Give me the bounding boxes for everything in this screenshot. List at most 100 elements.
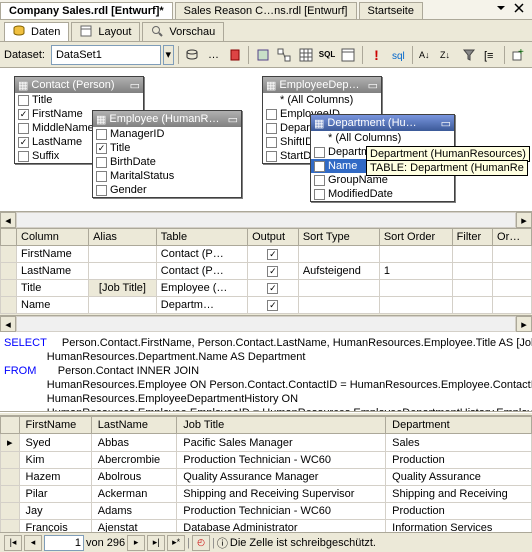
results-row-header[interactable] [1,520,20,533]
doc-tab-sales-reason[interactable]: Sales Reason C…ns.rdl [Entwurf] [175,2,357,19]
criteria-header[interactable]: Filter [452,229,492,246]
criteria-sortorder-cell[interactable] [379,280,452,297]
scroll-left-icon[interactable]: ◂ [0,316,16,332]
criteria-sorttype-cell[interactable]: Aufsteigend [298,263,379,280]
results-cell[interactable]: François [19,520,91,533]
criteria-alias-cell[interactable]: [Job Title] [89,280,157,297]
table-column-row[interactable]: Gender [93,183,241,197]
edit-dataset-button[interactable]: … [204,44,223,66]
results-cell[interactable]: Quality Assurance Manager [177,469,386,486]
scroll-right-icon[interactable]: ▸ [516,212,532,228]
scroll-track[interactable] [16,316,516,332]
column-checkbox[interactable]: ✓ [18,109,29,120]
nav-position-input[interactable] [44,535,84,551]
criteria-filter-cell[interactable] [452,297,492,314]
criteria-alias-cell[interactable] [89,263,157,280]
column-checkbox[interactable] [96,129,107,140]
output-checkbox[interactable]: ✓ [267,283,278,294]
verify-sql-button[interactable]: sql [388,44,407,66]
criteria-or-cell[interactable] [493,246,532,263]
output-checkbox[interactable]: ✓ [267,266,278,277]
results-header[interactable]: FirstName [19,417,91,434]
criteria-sortorder-cell[interactable] [379,246,452,263]
criteria-filter-cell[interactable] [452,246,492,263]
sort-asc-button[interactable]: A↓ [416,44,435,66]
results-cell[interactable]: Production [386,452,532,469]
criteria-table-cell[interactable]: Contact (P… [156,246,247,263]
column-checkbox[interactable] [266,109,277,120]
results-cell[interactable]: Quality Assurance [386,469,532,486]
criteria-alias-cell[interactable] [89,246,157,263]
results-pane[interactable]: FirstNameLastNameJob TitleDepartment▸Sye… [0,416,532,532]
results-cell[interactable]: Ackerman [91,486,176,503]
column-checkbox[interactable] [314,189,325,200]
results-header[interactable]: Job Title [177,417,386,434]
nav-prev-button[interactable]: ◂ [24,535,42,551]
minimize-icon[interactable]: ▭ [368,79,378,92]
criteria-output-cell[interactable]: ✓ [248,263,299,280]
results-cell[interactable]: Shipping and Receiving [386,486,532,503]
results-cell[interactable]: Sales [386,434,532,452]
row-header[interactable] [1,263,17,280]
doc-tab-company-sales[interactable]: Company Sales.rdl [Entwurf]* [0,2,173,19]
column-checkbox[interactable] [314,147,325,158]
show-diagram-button[interactable] [275,44,294,66]
results-cell[interactable]: Abercrombie [91,452,176,469]
minimize-icon[interactable]: ▭ [441,117,451,130]
table-column-row[interactable]: MaritalStatus [93,169,241,183]
table-column-row[interactable]: Title [15,93,143,107]
row-header[interactable] [1,297,17,314]
criteria-filter-cell[interactable] [452,263,492,280]
results-row-header[interactable] [1,486,20,503]
results-row-header[interactable]: ▸ [1,434,20,452]
results-cell[interactable]: Pilar [19,486,91,503]
results-row-header[interactable] [1,452,20,469]
column-checkbox[interactable] [96,157,107,168]
criteria-hscroll[interactable]: ◂ ▸ [0,316,532,332]
results-header[interactable]: Department [386,417,532,434]
column-checkbox[interactable] [96,185,107,196]
scroll-right-icon[interactable]: ▸ [516,316,532,332]
criteria-sortorder-cell[interactable]: 1 [379,263,452,280]
diagram-pane[interactable]: ▦Contact (Person)▭ Title✓FirstNameMiddle… [0,68,532,212]
show-grid-button[interactable] [296,44,315,66]
doc-tab-start[interactable]: Startseite [359,2,423,19]
criteria-pane[interactable]: ColumnAliasTableOutputSort TypeSort Orde… [0,228,532,316]
table-column-row[interactable]: * (All Columns) [263,93,381,107]
diagram-hscroll[interactable]: ◂ ▸ [0,212,532,228]
scroll-track[interactable] [16,212,516,228]
dataset-combo[interactable] [51,45,161,65]
criteria-column-cell[interactable]: Name [17,297,89,314]
run-button[interactable]: ! [367,44,386,66]
column-checkbox[interactable] [266,123,277,134]
remove-filter-button[interactable] [459,44,478,66]
minimize-icon[interactable]: ▭ [130,79,140,92]
criteria-header[interactable]: Alias [89,229,157,246]
table-column-row[interactable]: BirthDate [93,155,241,169]
dropdown-icon[interactable] [496,3,510,17]
row-header[interactable] [1,280,17,297]
results-cell[interactable]: Adams [91,503,176,520]
dataset-combo-arrow[interactable]: ▾ [163,45,174,65]
criteria-sorttype-cell[interactable] [298,280,379,297]
results-cell[interactable]: Abbas [91,434,176,452]
results-cell[interactable]: Production Technician - WC60 [177,503,386,520]
generic-sql-button[interactable] [253,44,272,66]
criteria-or-cell[interactable] [493,280,532,297]
results-cell[interactable]: Hazem [19,469,91,486]
minimize-icon[interactable]: ▭ [228,113,238,126]
results-cell[interactable]: Kim [19,452,91,469]
criteria-table-cell[interactable]: Contact (P… [156,263,247,280]
criteria-header[interactable]: Table [156,229,247,246]
table-column-row[interactable]: ✓Title [93,141,241,155]
criteria-sorttype-cell[interactable] [298,246,379,263]
table-column-row[interactable]: ManagerID [93,127,241,141]
criteria-header[interactable]: Column [17,229,89,246]
results-cell[interactable]: Production [386,503,532,520]
group-by-button[interactable]: [≡ [480,44,499,66]
table-window-employee[interactable]: ▦Employee (HumanR…▭ ManagerID✓TitleBirth… [92,110,242,198]
output-checkbox[interactable]: ✓ [267,300,278,311]
criteria-alias-cell[interactable] [89,297,157,314]
results-cell[interactable]: Information Services [386,520,532,533]
criteria-column-cell[interactable]: FirstName [17,246,89,263]
